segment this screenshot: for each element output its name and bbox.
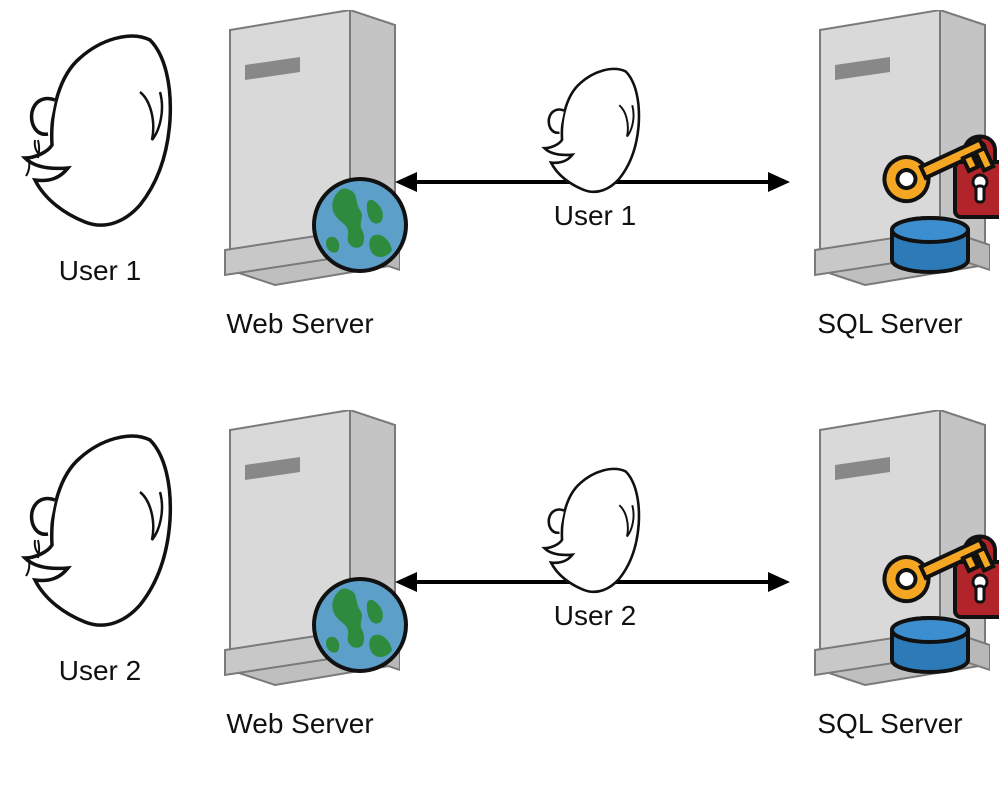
sql-server-label: SQL Server: [790, 708, 990, 740]
diagram-row-1: User 1 Web Server: [0, 0, 999, 395]
web-server-label: Web Server: [200, 708, 400, 740]
sql-server-label: SQL Server: [790, 308, 990, 340]
web-server-icon: [200, 410, 400, 690]
user-mid-label: User 2: [520, 600, 670, 632]
diagram-row-2: User 2 Web Server: [0, 400, 999, 795]
web-server-icon: [200, 10, 400, 290]
user-head-mid-icon: [530, 65, 650, 195]
database-icon: [892, 218, 968, 272]
user-left-label: User 2: [40, 655, 160, 687]
user-head-icon: [10, 430, 180, 630]
database-icon: [892, 618, 968, 672]
user-head-mid-icon: [530, 465, 650, 595]
user-mid-label: User 1: [520, 200, 670, 232]
sql-security-icons: [870, 520, 999, 675]
sql-security-icons: [870, 120, 999, 275]
sql-server-icon: [790, 10, 990, 290]
user-head-icon: [10, 30, 180, 230]
web-server-label: Web Server: [200, 308, 400, 340]
sql-server-icon: [790, 410, 990, 690]
user-left-label: User 1: [40, 255, 160, 287]
